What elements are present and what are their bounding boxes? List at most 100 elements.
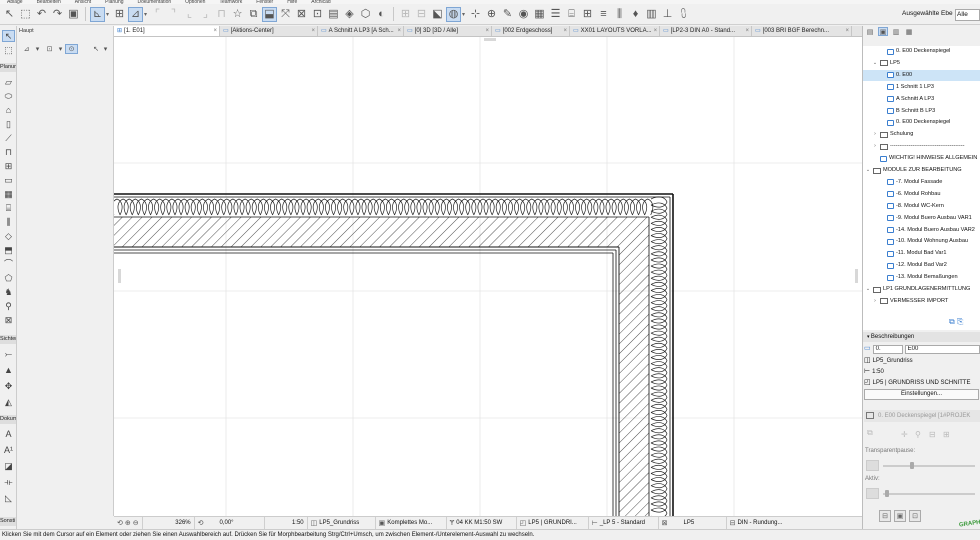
tab-5[interactable]: ▭ XX01 LAYOUTS VORLA... × (570, 26, 660, 36)
fill-tool-icon[interactable]: ◪ (2, 460, 15, 472)
quick-select-icon[interactable]: ⊙ (65, 44, 78, 54)
close-tab-icon[interactable]: × (213, 26, 219, 36)
cursor-icon[interactable]: ↖ (91, 44, 101, 54)
layer-dropdown-label[interactable]: Ausgewählte Ebe (902, 10, 953, 17)
window-tool-icon[interactable]: ⊞ (2, 160, 15, 172)
column-icon[interactable]: ▥ (644, 7, 659, 22)
intersect-icon[interactable]: ⊓ (214, 7, 229, 22)
elevation-icon[interactable]: ⊡ (310, 7, 325, 22)
marquee-tool-icon[interactable]: ⬚ (2, 44, 15, 56)
tree-item[interactable]: -10. Modul Wohnung Ausbau (863, 236, 980, 247)
pointer-option-icon[interactable]: ⊿ (20, 44, 33, 54)
tab-7[interactable]: ▭ [003 BRI BGF Berechn... × (752, 26, 852, 36)
tree-item[interactable]: 1 Schnitt 1 LP3 (863, 82, 980, 93)
chevron-down-icon[interactable]: ⌄ (865, 284, 871, 295)
chevron-down-icon[interactable]: ⌄ (872, 58, 878, 69)
zoom-controls[interactable]: ⟲ ⊕ ⊖ (114, 517, 143, 529)
active-slider[interactable] (883, 493, 975, 495)
dropdown-icon[interactable]: ▾ (34, 44, 41, 54)
curtain-wall-tool-icon[interactable]: ▦ (2, 188, 15, 200)
layout-toggle-icon[interactable]: ▣ (894, 510, 906, 522)
tree-item[interactable]: ⌄ LP5 (863, 58, 980, 69)
layer-dropdown[interactable]: Alle Ebe (955, 9, 980, 21)
add-icon[interactable]: ✛ (901, 430, 908, 439)
tab-2[interactable]: ▭ A Schnitt A LP3 [A Sch... × (318, 26, 404, 36)
zoom-out-icon[interactable]: ⊖ (133, 519, 139, 527)
worksheet-tool-icon[interactable]: ◭ (2, 396, 15, 408)
view-id-input[interactable]: 0. (872, 344, 903, 354)
zoom-level[interactable]: 326% (143, 517, 195, 529)
opening-tool-icon[interactable]: ⊠ (2, 314, 15, 326)
tree-item[interactable]: -6. Modul Rohbau (863, 189, 980, 200)
slab-tool-icon[interactable]: ⬭ (2, 90, 15, 102)
layout-book-icon[interactable]: ▥ (891, 27, 901, 36)
render-icon[interactable]: ◐ (374, 7, 389, 22)
pen-icon[interactable]: ✎ (500, 7, 515, 22)
chevron-right-icon[interactable]: › (872, 129, 878, 140)
preview-view-row[interactable]: 0. E00 Deckenspiegel [1#PROJEK (864, 410, 980, 422)
tree-item[interactable]: 0. E00 (863, 69, 980, 81)
section-icon[interactable]: ⊠ (294, 7, 309, 22)
column-tool-icon[interactable]: ▯ (2, 118, 15, 130)
tree-item[interactable]: ⌄ LP1 GRUNDLAGENERMITTLUNG (863, 284, 980, 295)
active-color[interactable] (866, 488, 879, 499)
railing-tool-icon[interactable]: ⫼ (2, 216, 15, 228)
skylight-tool-icon[interactable]: ▭ (2, 174, 15, 186)
partial-select-icon[interactable]: ⊡ (43, 44, 56, 54)
team-send-icon[interactable]: ⊞ (398, 7, 413, 22)
move-icon[interactable]: ⤧ (278, 7, 293, 22)
rotation-angle[interactable]: ⟲ 0,00° (195, 517, 265, 529)
undo-icon[interactable]: ↶ (34, 7, 49, 22)
measure-icon[interactable]: ⊹ (468, 7, 483, 22)
dropdown-icon[interactable]: ▾ (57, 44, 64, 54)
tree-item[interactable]: A Schnitt A LP3 (863, 94, 980, 105)
select-elements-icon[interactable]: ⬓ (262, 6, 277, 22)
text-tool-icon[interactable]: A (2, 428, 15, 440)
team-receive-icon[interactable]: ⊟ (414, 7, 429, 22)
scale-row[interactable]: ⊢ 1:50 (864, 367, 884, 377)
elevation-tool-icon[interactable]: ▲ (2, 364, 15, 376)
wall-tool-icon[interactable]: ▱ (2, 76, 15, 88)
toolbox-category-sonsti[interactable]: Sonsti (0, 517, 16, 526)
align-icon[interactable]: ≡ (596, 7, 611, 22)
tree-item[interactable]: ⌄ MODULE ZUR BEARBEITUNG (863, 165, 980, 176)
partial-structure[interactable]: ⊟ DIN - Rundung... (727, 517, 797, 529)
beschreibungen-header[interactable]: ▾ Beschreibungen (863, 332, 980, 342)
renovation-filter[interactable]: ⊠ LP5 (659, 517, 727, 529)
arrow-tool-icon[interactable]: ↖ (2, 30, 15, 42)
add-view-icon[interactable]: ⧉ (867, 428, 873, 438)
publish-icon[interactable]: ⬡ (358, 7, 373, 22)
mvo-combination[interactable]: ◰ LP5 | GRUNDRI... (517, 517, 589, 529)
view-toggle-icon[interactable]: ⊡ (909, 510, 921, 522)
undo-zoom-icon[interactable]: ⟲ (117, 519, 123, 527)
layer-icon[interactable]: ⧉ (246, 7, 261, 22)
beam-tool-icon[interactable]: ⟋ (2, 132, 15, 144)
grid-toggle-icon[interactable]: ⊟ (879, 510, 891, 522)
project-map-icon[interactable]: ▤ (865, 27, 875, 36)
mvo-row[interactable]: ◰ LP5 | GRUNDRISS UND SCHNITTE (864, 378, 971, 388)
library-icon[interactable]: ▤ (326, 7, 341, 22)
interior-elevation-icon[interactable]: ✥ (2, 380, 15, 392)
chevron-right-icon[interactable]: › (872, 141, 878, 152)
marker-icon[interactable]: ♦ (628, 7, 643, 22)
close-tab-icon[interactable]: × (485, 26, 491, 36)
tree-item[interactable]: -11. Modul Bad Var1 (863, 248, 980, 259)
publisher-icon[interactable]: ▦ (904, 27, 914, 36)
tree-item[interactable]: -8. Modul WC-Kern (863, 201, 980, 212)
toolbox-category-dokum[interactable]: Dokum (0, 415, 16, 424)
tab-6[interactable]: ▭ [LP2-3 DIN A0 - Stand... × (660, 26, 752, 36)
stair-tool-icon[interactable]: ⌸ (2, 202, 15, 214)
list-icon[interactable]: ☰ (548, 7, 563, 22)
transparency-knob[interactable] (910, 462, 914, 469)
chevron-right-icon[interactable]: › (872, 296, 878, 307)
zone-tool-icon[interactable]: ⬒ (2, 244, 15, 256)
tree-item[interactable]: 0. E00 Deckenspiegel (863, 117, 980, 128)
transparency-slider[interactable] (883, 465, 975, 467)
stairs-icon[interactable]: ⌸ (564, 7, 579, 22)
grid-snap-icon[interactable]: ⊞ (112, 7, 127, 22)
tree-item[interactable]: › VERMESSER IMPORT (863, 296, 980, 307)
zoom-fit-icon[interactable]: ⬕ (430, 7, 445, 22)
dimension-tool-icon[interactable]: ⟛ (2, 476, 15, 488)
label-tool-icon[interactable]: A¹ (2, 444, 15, 456)
windows-icon[interactable]: ⊞ (580, 7, 595, 22)
